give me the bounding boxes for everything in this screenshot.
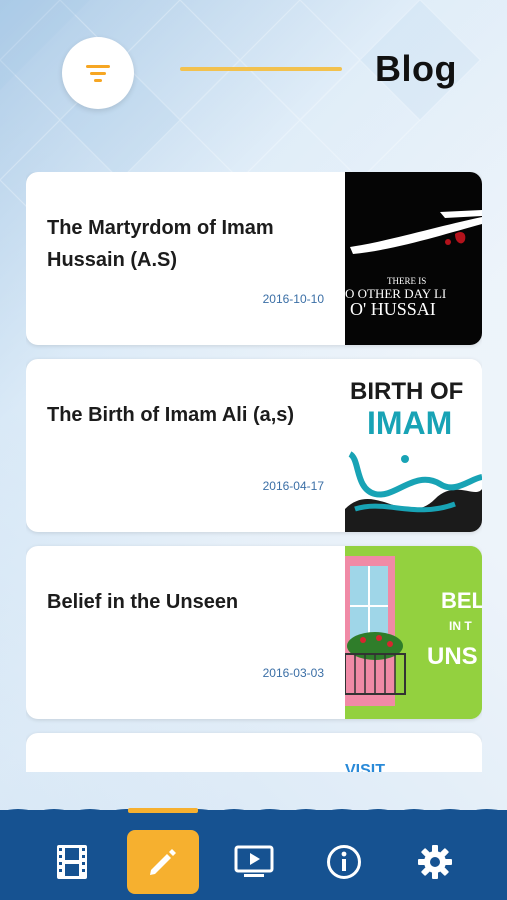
nav-info-button[interactable] [308, 830, 380, 894]
blog-card-date: 2016-04-17 [262, 479, 324, 493]
blog-card[interactable]: The Martyrdom of Imam Hussain (A.S) 2016… [26, 172, 482, 345]
active-tab-indicator [128, 808, 198, 813]
blog-card-thumbnail: BEL IN T UNS [345, 546, 482, 719]
blog-card[interactable]: Belief in the Unseen 2016-03-03 BEL IN T… [26, 546, 482, 719]
blog-card-thumbnail: VISIT [345, 733, 482, 772]
svg-text:THERE IS: THERE IS [387, 276, 426, 286]
blog-card-thumbnail: THERE IS O OTHER DAY LI O' HUSSAI [345, 172, 482, 345]
blog-card[interactable]: The Birth of Imam Ali (a,s) 2016-04-17 B… [26, 359, 482, 532]
nav-videos-button[interactable] [36, 830, 108, 894]
svg-text:IMAM: IMAM [367, 405, 452, 441]
blog-card-title: The Martyrdom of Imam Hussain (A.S) [47, 217, 274, 271]
tv-play-icon [234, 845, 274, 877]
blog-card-date: 2016-10-10 [262, 292, 324, 306]
svg-text:IN T: IN T [449, 619, 472, 633]
nav-settings-button[interactable] [399, 830, 471, 894]
nav-live-tv-button[interactable] [218, 830, 290, 894]
nav-blog-button[interactable] [127, 830, 199, 894]
blog-card-title: Belief in the Unseen [47, 591, 239, 613]
blog-card-date: 2016-03-03 [262, 666, 324, 680]
info-icon [327, 845, 361, 879]
filter-icon [86, 65, 110, 82]
filter-button[interactable] [62, 37, 134, 109]
svg-text:BEL: BEL [441, 588, 482, 613]
blog-list[interactable]: The Martyrdom of Imam Hussain (A.S) 2016… [26, 172, 482, 772]
svg-text:BIRTH OF: BIRTH OF [350, 378, 463, 405]
blog-card-title: The Birth of Imam Ali (a,s) [47, 404, 295, 426]
svg-text:O' HUSSAI: O' HUSSAI [350, 299, 436, 319]
svg-text:UNS: UNS [427, 643, 478, 670]
page-title: Blog [375, 48, 457, 89]
svg-text:VISIT: VISIT [345, 762, 385, 772]
blog-card-thumbnail: BIRTH OF IMAM [345, 359, 482, 532]
header-divider [180, 67, 342, 71]
film-icon [57, 845, 87, 879]
gear-icon [418, 845, 452, 879]
blog-card[interactable]: VISIT [26, 733, 482, 772]
pencil-icon [150, 849, 176, 875]
